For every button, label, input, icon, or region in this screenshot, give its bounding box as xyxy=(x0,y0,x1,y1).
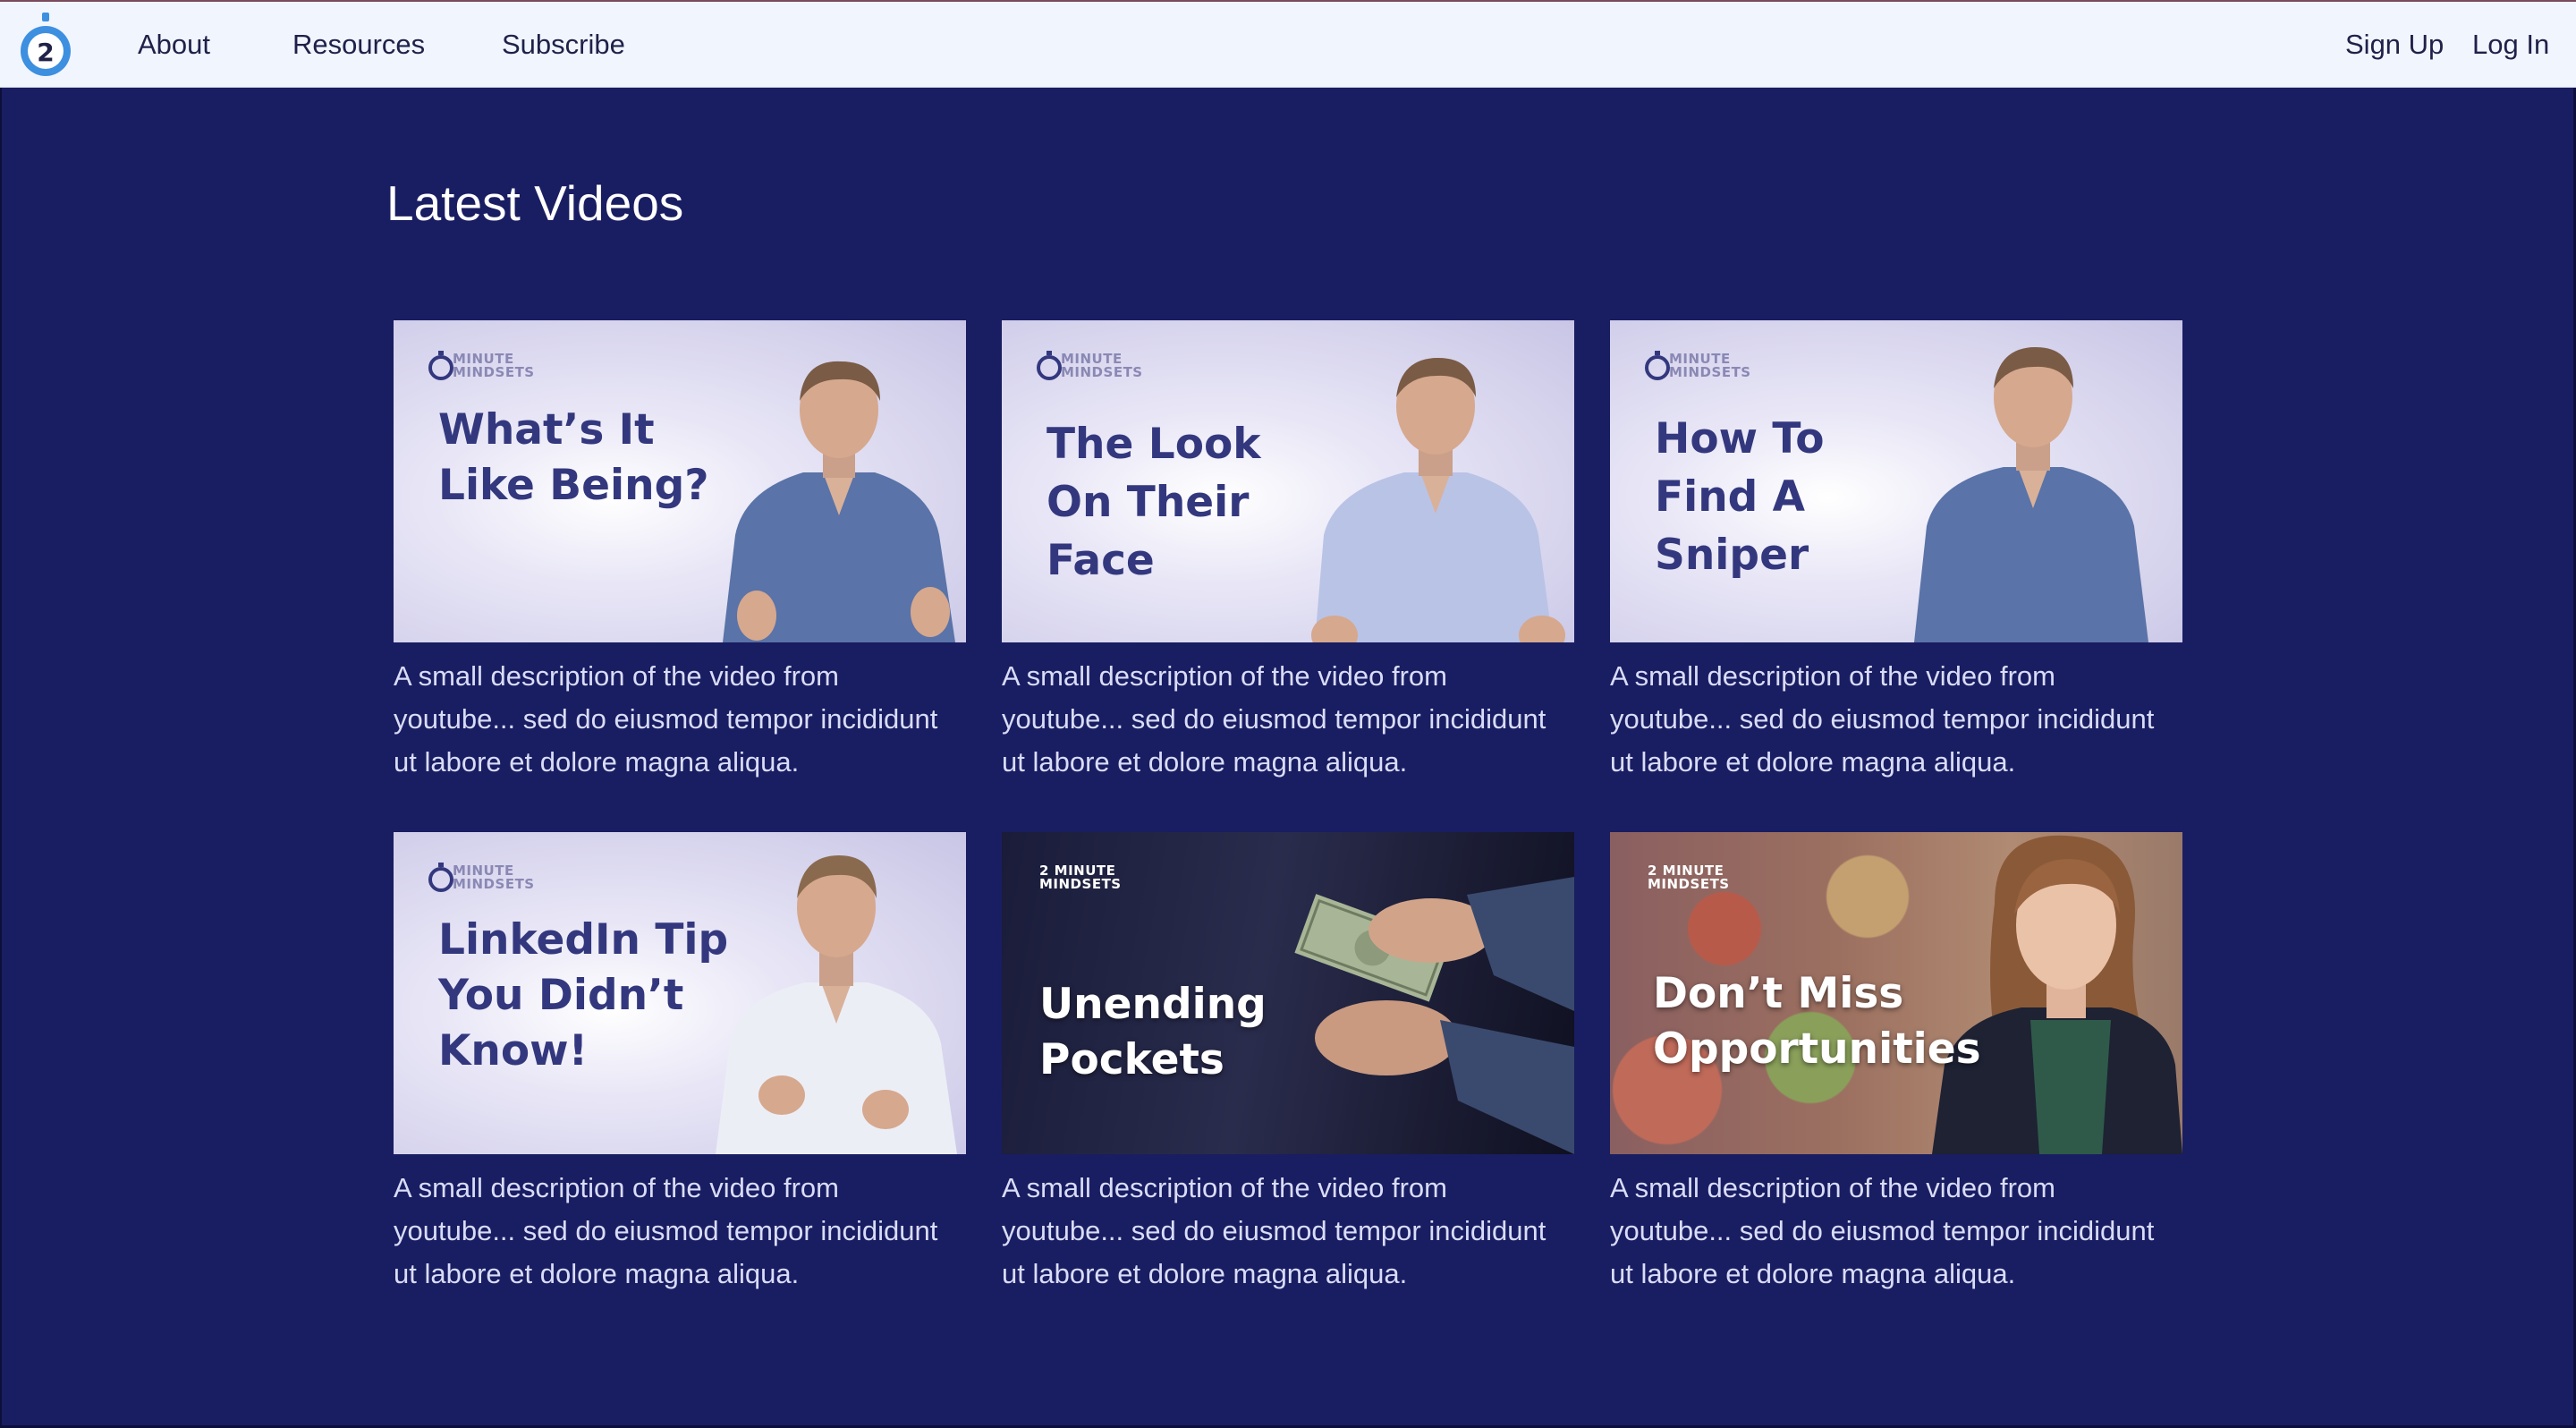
thumbnail-title: LinkedIn Tip You Didn’t Know! xyxy=(438,915,729,1075)
stopwatch-icon xyxy=(1645,351,1670,380)
video-thumbnail[interactable]: 2 MINUTE MINDSETS Unending Pockets xyxy=(1002,832,1574,1154)
video-description: A small description of the video from yo… xyxy=(1002,1172,1546,1289)
nav-link-resources[interactable]: Resources xyxy=(292,27,425,63)
presenter-image xyxy=(716,855,957,1154)
thumbnail-title: What’s It Like Being? xyxy=(438,405,709,510)
video-card: 2 MINUTE MINDSETS Unending Pockets A sma… xyxy=(1002,832,1574,1296)
brand-text: MINUTE MINDSETS xyxy=(1669,351,1751,380)
brand-mark: MINUTE MINDSETS xyxy=(428,859,553,897)
video-thumbnail[interactable]: MINUTE MINDSETS What’s It Like Being? xyxy=(394,320,966,642)
brand-mark: MINUTE MINDSETS xyxy=(1036,347,1161,385)
thumbnail-title: Don’t Miss Opportunities xyxy=(1653,969,1981,1074)
video-description: A small description of the video from yo… xyxy=(1002,660,1546,778)
presenter-image xyxy=(1914,347,2148,642)
stopwatch-icon xyxy=(428,863,453,892)
log-in-link[interactable]: Log In xyxy=(2472,27,2549,63)
stopwatch-icon xyxy=(428,351,453,380)
sign-up-link[interactable]: Sign Up xyxy=(2345,27,2444,63)
brand-mark: MINUTE MINDSETS xyxy=(1644,347,1769,385)
video-card: MINUTE MINDSETS What’s It Like Being? A … xyxy=(394,320,966,784)
video-thumbnail[interactable]: 2 MINUTE MINDSETS Don’t Miss Opportuniti… xyxy=(1610,832,2182,1154)
section-title: Latest Videos xyxy=(386,175,684,231)
window-frame-left xyxy=(0,88,2,1428)
video-card: MINUTE MINDSETS The Look On Their Face A… xyxy=(1002,320,1574,784)
stopwatch-icon xyxy=(1037,351,1062,380)
brand-mark: MINUTE MINDSETS xyxy=(428,347,553,385)
video-description: A small description of the video from yo… xyxy=(1610,1172,2155,1289)
logo-digit: 2 xyxy=(37,38,54,67)
brand-text: 2 MINUTE MINDSETS xyxy=(1039,863,1122,892)
video-card: 2 MINUTE MINDSETS Don’t Miss Opportuniti… xyxy=(1610,832,2182,1296)
video-card: MINUTE MINDSETS LinkedIn Tip You Didn’t … xyxy=(394,832,966,1296)
brand-text: MINUTE MINDSETS xyxy=(453,863,535,892)
brand-mark: 2 MINUTE MINDSETS xyxy=(1036,859,1161,897)
money-hands-image xyxy=(1294,877,1574,1154)
stopwatch-logo-icon[interactable]: 2 xyxy=(16,11,75,79)
thumbnail-title: How To Find A Sniper xyxy=(1655,414,1825,580)
presenter-image xyxy=(1311,358,1565,642)
top-navbar: 2 About Resources Subscribe Sign Up Log … xyxy=(0,0,2576,88)
thumbnail-title: The Look On Their Face xyxy=(1046,420,1261,585)
video-thumbnail[interactable]: MINUTE MINDSETS LinkedIn Tip You Didn’t … xyxy=(394,832,966,1154)
video-thumbnail[interactable]: MINUTE MINDSETS The Look On Their Face xyxy=(1002,320,1574,642)
video-description: A small description of the video from yo… xyxy=(394,1172,938,1289)
brand-text: MINUTE MINDSETS xyxy=(453,351,535,380)
video-card: MINUTE MINDSETS How To Find A Sniper A s… xyxy=(1610,320,2182,784)
presenter-image xyxy=(723,361,955,642)
brand-mark: 2 MINUTE MINDSETS xyxy=(1644,859,1769,897)
video-thumbnail[interactable]: MINUTE MINDSETS How To Find A Sniper xyxy=(1610,320,2182,642)
thumbnail-title: Unending Pockets xyxy=(1039,980,1267,1084)
video-description: A small description of the video from yo… xyxy=(394,660,938,778)
brand-text: MINUTE MINDSETS xyxy=(1061,351,1143,380)
brand-text: 2 MINUTE MINDSETS xyxy=(1648,863,1730,892)
nav-link-about[interactable]: About xyxy=(138,27,210,63)
nav-link-subscribe[interactable]: Subscribe xyxy=(502,27,625,63)
video-description: A small description of the video from yo… xyxy=(1610,660,2155,778)
